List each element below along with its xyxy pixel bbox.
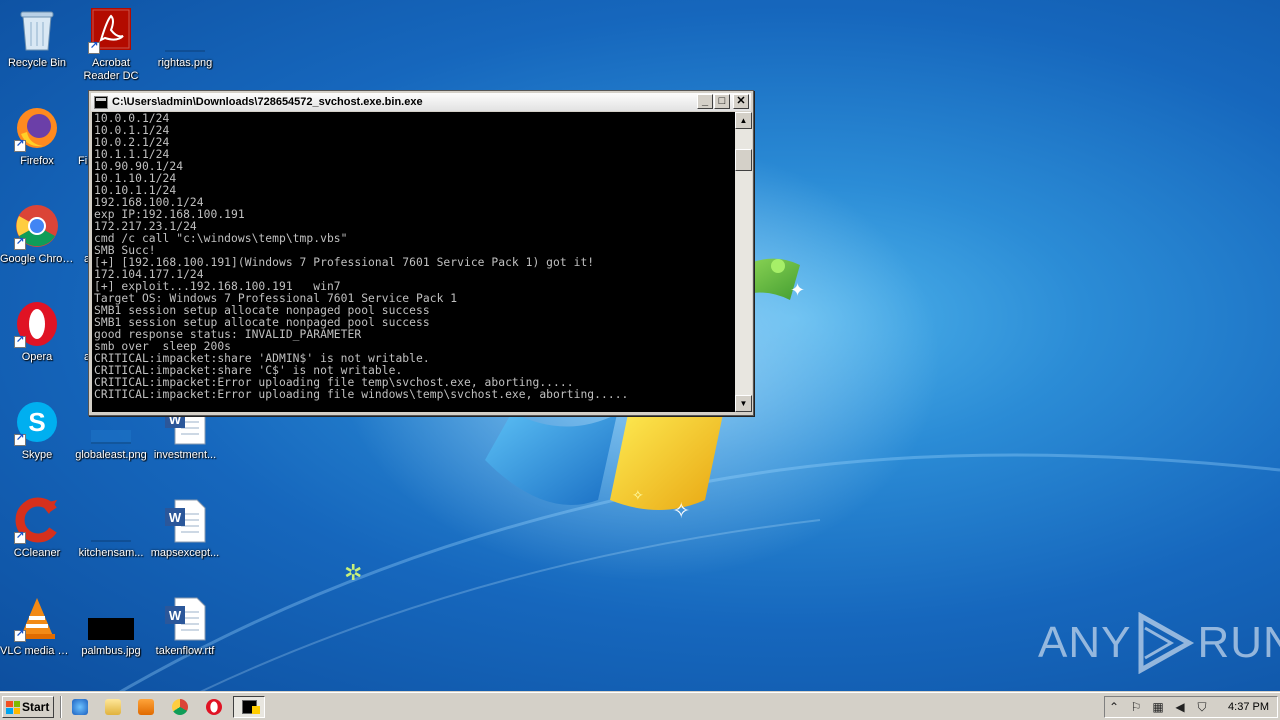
- desktop-icon-acrobat[interactable]: Acrobat Reader DC: [74, 6, 148, 83]
- console-line: 10.90.90.1/24: [94, 160, 184, 173]
- console-line: 10.0.1.1/24: [94, 124, 170, 137]
- scroll-down-button[interactable]: ▼: [735, 395, 752, 412]
- desktop-icon-label: VLC media player: [0, 645, 74, 657]
- media-player-icon[interactable]: [138, 699, 154, 715]
- explorer-folder-icon[interactable]: [105, 699, 121, 715]
- desktop-icon-label: globaleast.png: [75, 449, 147, 461]
- firefox-icon: [13, 104, 61, 152]
- desktop-icon-label: Acrobat Reader DC: [83, 57, 139, 82]
- watermark-text-left: ANY: [1038, 618, 1132, 667]
- svg-text:✧: ✧: [672, 499, 690, 524]
- internet-explorer-icon[interactable]: [72, 699, 88, 715]
- start-label: Start: [22, 700, 50, 714]
- desktop-icon-vlc[interactable]: VLC media player: [0, 594, 74, 658]
- desktop-icon-kitchensam[interactable]: kitchensam...: [74, 496, 148, 560]
- anyrun-watermark: ANY RUN: [1038, 612, 1280, 674]
- svg-text:✦: ✦: [790, 280, 805, 301]
- desktop-icon-chrome[interactable]: Google Chrome: [0, 202, 74, 266]
- desktop-icon-label: CCleaner: [13, 547, 61, 559]
- minimize-button[interactable]: _: [697, 94, 713, 109]
- network-icon[interactable]: ▦: [1151, 700, 1165, 714]
- desktop-icon-label: Opera: [21, 351, 53, 363]
- system-tray: ⌃ ⚐ ▦ ◀ ⛉ 4:37 PM: [1104, 696, 1278, 718]
- chrome-icon[interactable]: [172, 699, 188, 715]
- desktop-icon-label: mapsexcept...: [150, 547, 220, 559]
- desktop-icon-label: takenflow.rtf: [155, 645, 215, 657]
- chrome-icon: [13, 202, 61, 250]
- desktop-icon-mapsexcept[interactable]: W mapsexcept...: [148, 496, 222, 560]
- console-badge-icon: [252, 706, 260, 714]
- console-line: 10.1.10.1/24: [94, 172, 177, 185]
- vlc-icon: [13, 594, 61, 642]
- console-line: CRITICAL:impacket:Error uploading file w…: [94, 388, 629, 401]
- start-button[interactable]: Start: [2, 696, 54, 718]
- image-file-icon: [87, 594, 135, 642]
- desktop-icon-takenflow[interactable]: W takenflow.rtf: [148, 594, 222, 658]
- console-window[interactable]: C:\Users\admin\Downloads\728654572_svcho…: [88, 90, 754, 416]
- image-file-icon: [87, 496, 135, 544]
- console-output[interactable]: 10.0.0.1/24 10.0.1.1/24 10.0.2.1/24 10.1.1.…: [92, 112, 736, 412]
- desktop: ✦ ✧ ✧ ✲ Recycle Bin Firefox Google Chrom…: [0, 0, 1280, 692]
- clock[interactable]: 4:37 PM: [1228, 701, 1269, 713]
- svg-text:W: W: [169, 510, 182, 525]
- desktop-icon-label: Recycle Bin: [7, 57, 67, 69]
- console-line: 10.1.1.1/24: [94, 148, 170, 161]
- windows-flag-icon: [6, 700, 20, 714]
- taskbar-separator: [60, 696, 62, 718]
- desktop-icon-skype[interactable]: S Skype: [0, 398, 74, 462]
- opera-icon[interactable]: [206, 699, 222, 715]
- desktop-icon-label: Firefox: [20, 155, 54, 167]
- desktop-icon-label: Skype: [21, 449, 53, 461]
- desktop-icon-rightas[interactable]: rightas.png: [148, 6, 222, 70]
- skype-icon: S: [13, 398, 61, 446]
- console-scrollbar[interactable]: ▲ ▼: [735, 112, 752, 412]
- svg-text:W: W: [169, 608, 182, 623]
- console-titlebar[interactable]: C:\Users\admin\Downloads\728654572_svcho…: [91, 93, 751, 111]
- watermark-text-right: RUN: [1197, 618, 1280, 667]
- taskbar: Start ⌃ ⚐ ▦ ◀ ⛉ 4:37 PM: [0, 692, 1280, 720]
- desktop-icon-firefox[interactable]: Firefox: [0, 104, 74, 168]
- show-hidden-icon[interactable]: ⌃: [1107, 700, 1121, 714]
- svg-text:✧: ✧: [632, 488, 644, 504]
- desktop-icon-label: Google Chrome: [0, 253, 74, 265]
- play-logo-icon: [1138, 612, 1195, 674]
- svg-text:✲: ✲: [344, 561, 362, 586]
- desktop-icon-opera[interactable]: Opera: [0, 300, 74, 364]
- acrobat-icon: [87, 6, 135, 54]
- recycle-bin-icon: [13, 6, 61, 54]
- ccleaner-icon: [13, 496, 61, 544]
- volume-icon[interactable]: ◀: [1173, 700, 1187, 714]
- maximize-button[interactable]: □: [714, 94, 730, 109]
- desktop-icon-palmbus[interactable]: palmbus.jpg: [74, 594, 148, 658]
- console-line: cmd /c call "c:\windows\temp\tmp.vbs": [94, 232, 348, 245]
- opera-icon: [13, 300, 61, 348]
- desktop-icon-label: rightas.png: [157, 57, 213, 69]
- desktop-icon-ccleaner[interactable]: CCleaner: [0, 496, 74, 560]
- console-line: 10.0.0.1/24: [94, 112, 170, 125]
- desktop-icon-label: kitchensam...: [78, 547, 144, 559]
- close-button[interactable]: ✕: [733, 94, 749, 109]
- desktop-icon-label: palmbus.jpg: [81, 645, 141, 657]
- console-line: 10.0.2.1/24: [94, 136, 170, 149]
- word-doc-icon: W: [161, 594, 209, 642]
- desktop-icon-label: investment...: [153, 449, 217, 461]
- console-app-icon[interactable]: [94, 95, 108, 109]
- flag-icon[interactable]: ⚐: [1129, 700, 1143, 714]
- svg-text:S: S: [28, 407, 45, 437]
- image-file-icon: [161, 6, 209, 54]
- scroll-thumb[interactable]: [735, 149, 752, 171]
- taskbar-console-button[interactable]: [233, 696, 265, 718]
- scroll-up-button[interactable]: ▲: [735, 112, 752, 129]
- word-doc-icon: W: [161, 496, 209, 544]
- console-title: C:\Users\admin\Downloads\728654572_svcho…: [112, 96, 423, 108]
- shield-icon[interactable]: ⛉: [1195, 700, 1209, 714]
- desktop-icon-recycle-bin[interactable]: Recycle Bin: [0, 6, 74, 70]
